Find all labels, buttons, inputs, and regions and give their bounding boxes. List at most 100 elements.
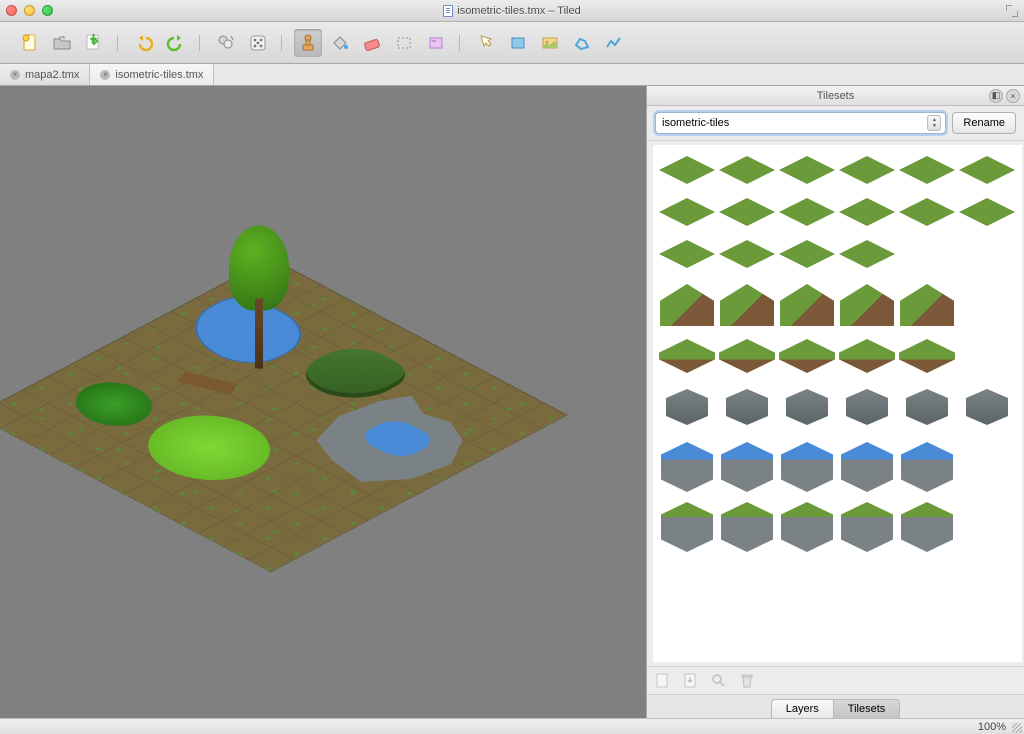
panel-title: Tilesets <box>817 90 855 102</box>
tileset-tile[interactable] <box>657 379 717 435</box>
panel-close-button[interactable]: × <box>1006 89 1020 103</box>
close-tab-icon[interactable]: × <box>10 70 20 80</box>
new-tileset-icon[interactable] <box>655 673 671 689</box>
tileset-view[interactable] <box>653 145 1022 662</box>
tileset-tile[interactable] <box>777 151 837 189</box>
undo-button[interactable] <box>130 29 158 57</box>
import-tileset-icon[interactable] <box>683 673 699 689</box>
tileset-tile[interactable] <box>657 499 717 555</box>
tileset-tile[interactable] <box>897 337 957 375</box>
tileset-toolbar <box>647 666 1024 694</box>
insert-polygon-button[interactable] <box>568 29 596 57</box>
document-tab-label: isometric-tiles.tmx <box>115 69 203 81</box>
insert-polyline-button[interactable] <box>600 29 628 57</box>
map-grass[interactable] <box>124 402 295 493</box>
tileset-tile[interactable] <box>717 151 777 189</box>
tileset-tile[interactable] <box>957 151 1017 189</box>
window-title-text: isometric-tiles.tmx – Tiled <box>457 5 580 17</box>
document-tab[interactable]: × mapa2.tmx <box>0 64 90 85</box>
document-icon <box>443 5 453 17</box>
tileset-tile[interactable] <box>957 193 1017 231</box>
tileset-tile[interactable] <box>897 193 957 231</box>
tileset-tile[interactable] <box>777 193 837 231</box>
tileset-tile[interactable] <box>717 439 777 495</box>
tileset-tile[interactable] <box>837 151 897 189</box>
status-bar: 100% <box>0 718 1024 734</box>
tileset-tile[interactable] <box>717 337 777 375</box>
tileset-tile[interactable] <box>657 235 717 273</box>
zoom-level[interactable]: 100% <box>978 721 1006 733</box>
fullscreen-icon[interactable] <box>1006 5 1018 17</box>
tileset-tile[interactable] <box>657 193 717 231</box>
save-file-button[interactable] <box>80 29 108 57</box>
magic-wand-button[interactable] <box>422 29 450 57</box>
eraser-button[interactable] <box>358 29 386 57</box>
tileset-tile[interactable] <box>657 439 717 495</box>
tileset-tile[interactable] <box>657 277 717 333</box>
command-button[interactable] <box>212 29 240 57</box>
map-tree[interactable] <box>229 226 289 369</box>
rect-select-button[interactable] <box>390 29 418 57</box>
panel-titlebar: Tilesets ◧ × <box>647 86 1024 106</box>
map-rocks[interactable] <box>277 383 502 502</box>
tileset-tile[interactable] <box>837 277 897 333</box>
rename-label: Rename <box>963 117 1005 129</box>
layers-tab[interactable]: Layers <box>771 699 834 718</box>
tileset-tile[interactable] <box>777 439 837 495</box>
window-title: isometric-tiles.tmx – Tiled <box>0 5 1024 17</box>
new-file-button[interactable] <box>16 29 44 57</box>
tileset-tile[interactable] <box>717 193 777 231</box>
map-log[interactable] <box>177 371 239 394</box>
rename-button[interactable]: Rename <box>952 112 1016 134</box>
dropdown-stepper-icon: ▲▼ <box>927 115 941 131</box>
tileset-tile[interactable] <box>717 235 777 273</box>
tileset-tile[interactable] <box>837 235 897 273</box>
open-file-button[interactable] <box>48 29 76 57</box>
tileset-tile[interactable] <box>777 499 837 555</box>
tilesets-tab[interactable]: Tilesets <box>834 699 901 718</box>
tilesets-panel: Tilesets ◧ × isometric-tiles ▲▼ Rename L… <box>646 86 1024 718</box>
window-titlebar: isometric-tiles.tmx – Tiled <box>0 0 1024 22</box>
main-toolbar <box>0 22 1024 64</box>
tileset-tile[interactable] <box>777 379 837 435</box>
tileset-tile[interactable] <box>837 379 897 435</box>
redo-button[interactable] <box>162 29 190 57</box>
panel-tabs: Layers Tilesets <box>647 694 1024 718</box>
map-canvas[interactable] <box>0 86 646 718</box>
select-objects-button[interactable] <box>472 29 500 57</box>
tileset-tile[interactable] <box>897 379 957 435</box>
tileset-tile[interactable] <box>717 277 777 333</box>
resize-grip[interactable] <box>1012 723 1022 733</box>
delete-tileset-icon[interactable] <box>739 673 755 689</box>
map-bush[interactable] <box>58 374 170 434</box>
tileset-properties-icon[interactable] <box>711 673 727 689</box>
bucket-fill-button[interactable] <box>326 29 354 57</box>
close-tab-icon[interactable]: × <box>100 70 110 80</box>
tileset-tile[interactable] <box>777 277 837 333</box>
main-split: Tilesets ◧ × isometric-tiles ▲▼ Rename L… <box>0 86 1024 718</box>
tileset-tile[interactable] <box>837 499 897 555</box>
tileset-tile[interactable] <box>657 151 717 189</box>
document-tab-bar: × mapa2.tmx × isometric-tiles.tmx <box>0 64 1024 86</box>
tileset-tile[interactable] <box>897 499 957 555</box>
document-tab[interactable]: × isometric-tiles.tmx <box>90 64 214 85</box>
document-tab-label: mapa2.tmx <box>25 69 79 81</box>
stamp-brush-button[interactable] <box>294 29 322 57</box>
tileset-tile[interactable] <box>957 379 1017 435</box>
insert-rectangle-button[interactable] <box>504 29 532 57</box>
tileset-tile[interactable] <box>897 439 957 495</box>
insert-tile-button[interactable] <box>536 29 564 57</box>
tileset-tile[interactable] <box>717 379 777 435</box>
panel-undock-button[interactable]: ◧ <box>989 89 1003 103</box>
tileset-tile[interactable] <box>837 337 897 375</box>
tileset-tile[interactable] <box>837 439 897 495</box>
tileset-tile[interactable] <box>777 235 837 273</box>
tileset-tile[interactable] <box>657 337 717 375</box>
tileset-tile[interactable] <box>717 499 777 555</box>
tileset-tile[interactable] <box>777 337 837 375</box>
tileset-tile[interactable] <box>897 151 957 189</box>
tileset-dropdown[interactable]: isometric-tiles ▲▼ <box>655 112 946 134</box>
tileset-tile[interactable] <box>897 277 957 333</box>
tileset-tile[interactable] <box>837 193 897 231</box>
random-button[interactable] <box>244 29 272 57</box>
